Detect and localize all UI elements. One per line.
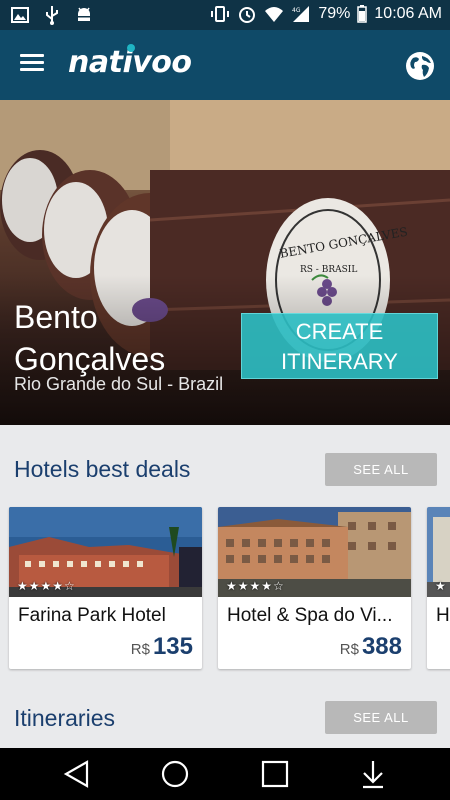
recents-icon[interactable] bbox=[260, 759, 290, 789]
image-notification-icon bbox=[11, 7, 29, 23]
logo-dot bbox=[127, 44, 135, 52]
hotel-price: R$ 135 bbox=[131, 633, 193, 661]
app-bar: nativoo bbox=[0, 30, 450, 100]
hotel-price: R$ 388 bbox=[340, 633, 402, 661]
hero-city: Bento Gonçalves bbox=[14, 299, 166, 377]
itineraries-section-title: Itineraries bbox=[14, 705, 115, 731]
system-nav-bar bbox=[0, 748, 450, 800]
status-bar: 4G 79% 10:06 AM bbox=[0, 0, 450, 30]
itineraries-see-all-button[interactable]: SEE ALL bbox=[325, 701, 437, 734]
hotel-card[interactable]: ★ H bbox=[427, 507, 450, 669]
status-right-icons: 4G 79% 10:06 AM bbox=[210, 4, 442, 24]
battery-icon bbox=[357, 5, 368, 23]
usb-icon bbox=[46, 6, 58, 25]
hotel-rating-stars: ★★★★☆ bbox=[17, 579, 76, 593]
price-amount: 135 bbox=[152, 633, 193, 660]
back-icon[interactable] bbox=[62, 759, 92, 789]
android-debug-icon bbox=[78, 7, 90, 21]
home-icon[interactable] bbox=[160, 759, 190, 789]
hotel-card[interactable]: ★★★★☆ Farina Park Hotel R$ 135 bbox=[9, 507, 202, 669]
svg-text:4G: 4G bbox=[292, 7, 301, 14]
create-itinerary-button[interactable]: CREATE ITINERARY bbox=[241, 313, 438, 379]
wifi-icon bbox=[265, 7, 284, 22]
svg-text:RS - BRASIL: RS - BRASIL bbox=[300, 265, 357, 275]
notifications-drawer-icon[interactable] bbox=[358, 759, 388, 789]
price-currency: R$ bbox=[130, 641, 150, 658]
battery-percent: 79% bbox=[318, 5, 351, 22]
price-amount: 388 bbox=[361, 633, 402, 660]
hotel-name: Farina Park Hotel bbox=[18, 605, 166, 626]
status-left-icons bbox=[10, 5, 94, 25]
hamburger-menu-icon[interactable] bbox=[20, 50, 50, 80]
signal-icon: 4G bbox=[292, 6, 310, 22]
hotel-name: H bbox=[436, 605, 450, 626]
globe-icon[interactable] bbox=[404, 50, 436, 82]
hotel-rating-stars: ★★★★☆ bbox=[226, 579, 285, 593]
hotels-section-title: Hotels best deals bbox=[14, 456, 191, 482]
hotel-card[interactable]: ★★★★☆ Hotel & Spa do Vi... R$ 388 bbox=[218, 507, 411, 669]
hero-region: Rio Grande do Sul - Brazil bbox=[14, 374, 224, 394]
vibrate-icon bbox=[211, 6, 230, 22]
hotels-see-all-button[interactable]: SEE ALL bbox=[325, 453, 437, 486]
hotel-rating-stars: ★ bbox=[435, 579, 447, 593]
clock: 10:06 AM bbox=[374, 5, 442, 22]
price-currency: R$ bbox=[339, 641, 359, 658]
alarm-icon bbox=[239, 7, 256, 23]
hotel-name: Hotel & Spa do Vi... bbox=[227, 605, 393, 626]
hero-banner: BENTO GONÇALVES RS - BRASIL Bento Gonçal… bbox=[0, 100, 450, 425]
